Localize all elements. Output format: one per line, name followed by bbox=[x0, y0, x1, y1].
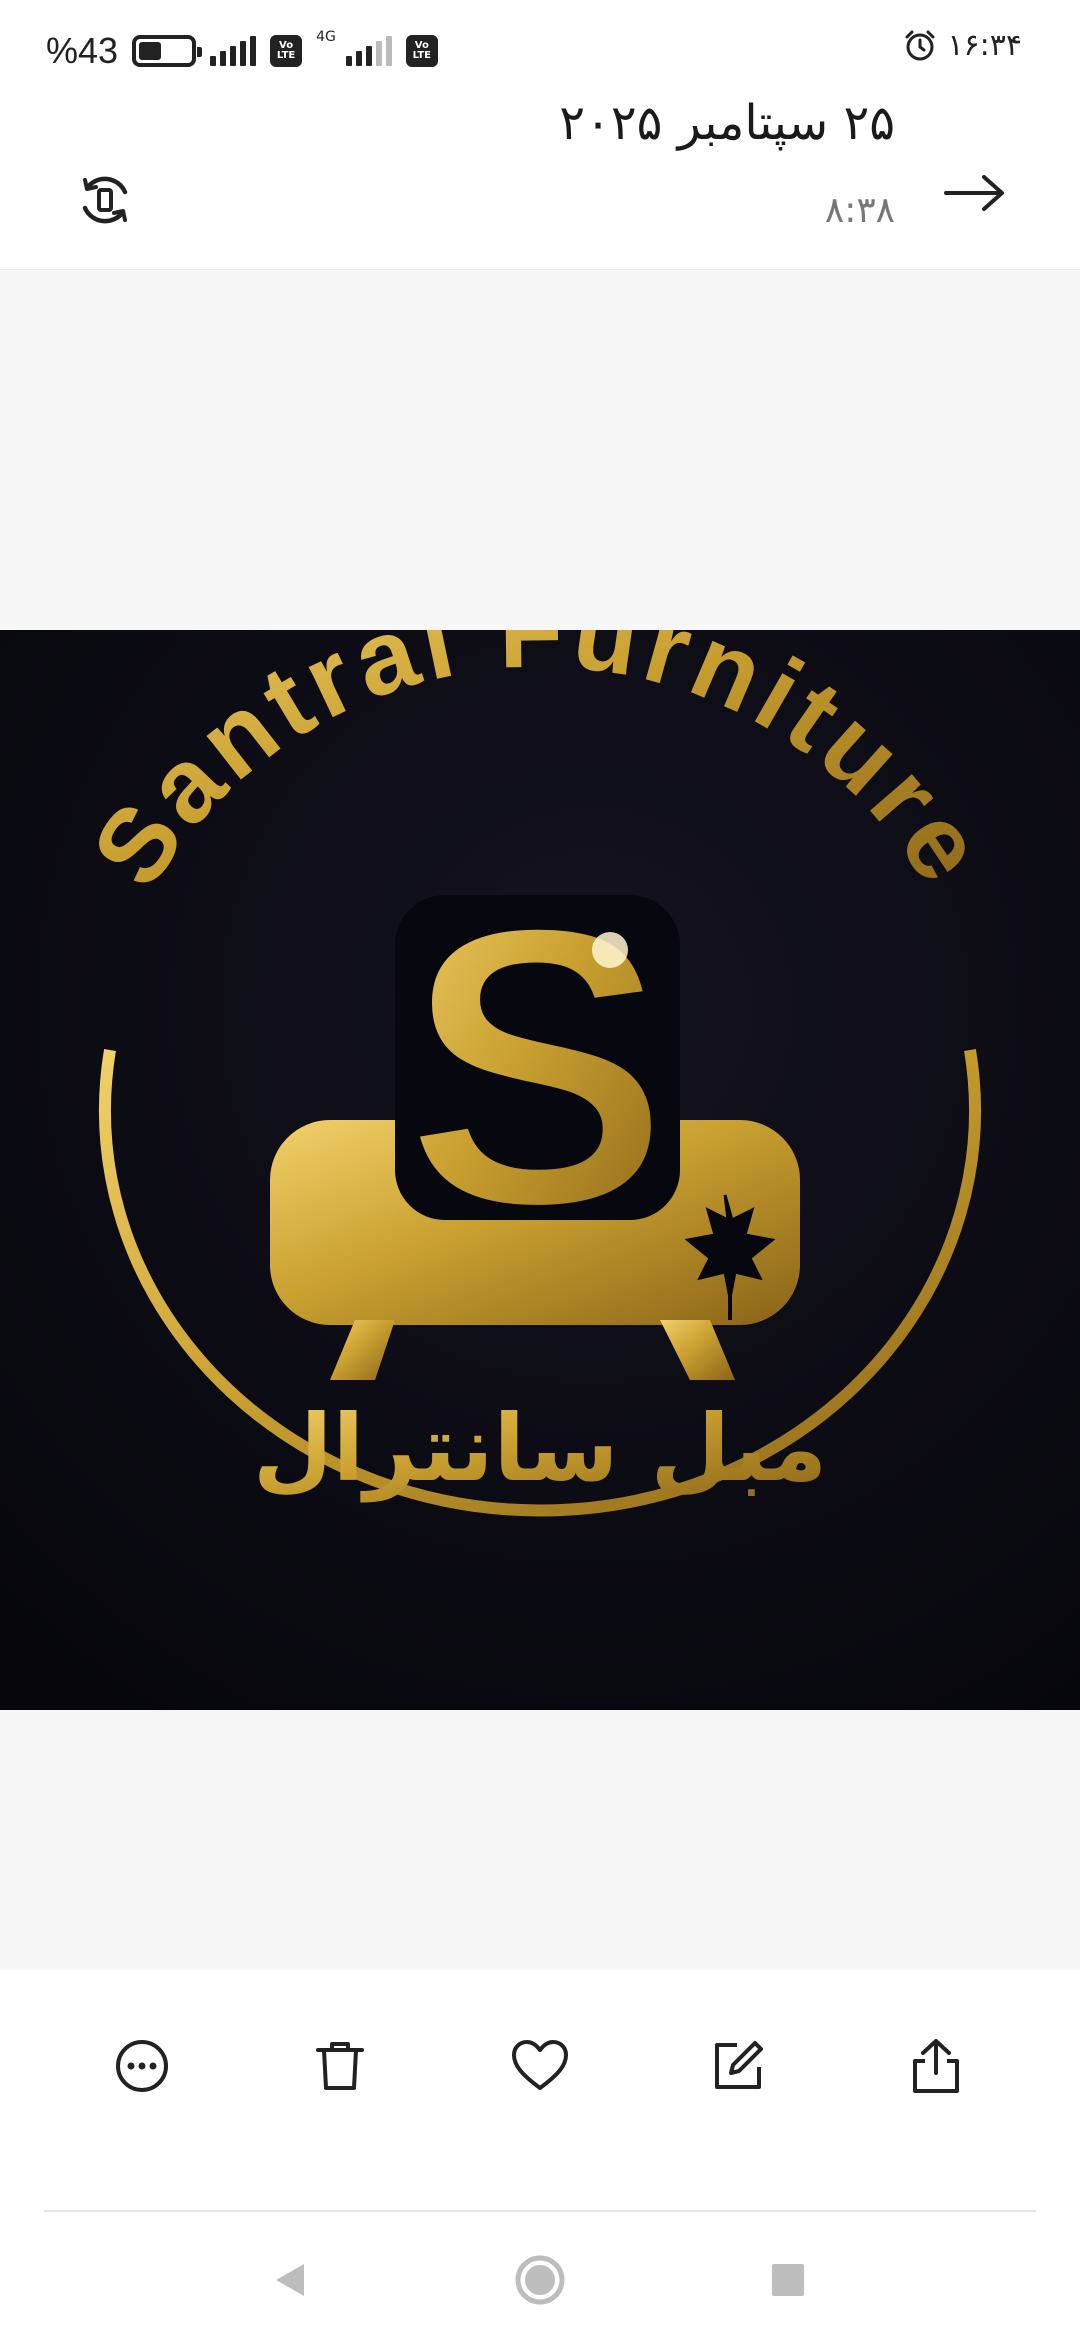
heart-icon bbox=[512, 2040, 568, 2090]
back-nav-icon bbox=[276, 2264, 304, 2296]
share-icon bbox=[913, 2039, 959, 2093]
battery-percent: %43 bbox=[46, 30, 119, 71]
photo-time: ۸:۳۸ bbox=[824, 190, 895, 231]
photo-actions-toolbar bbox=[0, 1970, 1080, 2220]
status-right-group: ۱۶:۳۴ bbox=[903, 28, 1022, 63]
photo-image[interactable]: Santral Furniture S مبل سانترال bbox=[0, 630, 1080, 1710]
favorite-button[interactable] bbox=[500, 2026, 580, 2106]
more-button[interactable] bbox=[102, 2026, 182, 2106]
nav-recents-button[interactable] bbox=[758, 2250, 818, 2310]
volte-2-icon: Vo LTE bbox=[405, 35, 438, 67]
logo-letter: S bbox=[404, 843, 671, 1290]
photo-header: ۲۵ سپتامبر ۲۰۲۵ ۸:۳۸ bbox=[0, 95, 1080, 270]
recents-nav-icon bbox=[772, 2264, 804, 2296]
screen-rotate-icon bbox=[82, 176, 128, 224]
auto-rotate-button[interactable] bbox=[75, 170, 135, 230]
clock: ۱۶:۳۴ bbox=[947, 28, 1022, 63]
system-navbar bbox=[0, 2212, 1080, 2340]
battery-icon bbox=[132, 35, 203, 67]
share-button[interactable] bbox=[896, 2026, 976, 2106]
battery-level bbox=[139, 42, 161, 60]
alarm-icon bbox=[905, 30, 935, 60]
nav-home-button[interactable] bbox=[510, 2250, 570, 2310]
photo-date: ۲۵ سپتامبر ۲۰۲۵ bbox=[559, 95, 895, 151]
logo-text-fa: مبل سانترال bbox=[253, 1395, 827, 1503]
edit-icon bbox=[715, 2041, 763, 2089]
delete-icon bbox=[316, 2042, 364, 2090]
back-button[interactable] bbox=[940, 165, 1010, 221]
santral-logo: Santral Furniture S مبل سانترال bbox=[0, 630, 1080, 1710]
volte-icon: Vo LTE bbox=[270, 35, 303, 67]
status-bar: %43 Vo LTE 4G Vo LTE ۱۶:۳۴ bbox=[0, 0, 1080, 95]
status-left-group: %43 Vo LTE 4G Vo LTE bbox=[46, 29, 438, 72]
network-type: 4G bbox=[316, 29, 336, 45]
delete-button[interactable] bbox=[300, 2026, 380, 2106]
signal-strength-2-icon bbox=[345, 36, 392, 66]
signal-strength-icon bbox=[210, 36, 257, 66]
edit-button[interactable] bbox=[698, 2026, 778, 2106]
home-nav-icon bbox=[515, 2255, 565, 2305]
arrow-right-icon bbox=[944, 175, 1004, 211]
nav-back-button[interactable] bbox=[260, 2250, 320, 2310]
more-icon bbox=[116, 2040, 168, 2092]
photo-viewer-screen: %43 Vo LTE 4G Vo LTE ۱۶:۳۴ ۲۵ سپتامبر ۲۰… bbox=[0, 0, 1080, 2340]
